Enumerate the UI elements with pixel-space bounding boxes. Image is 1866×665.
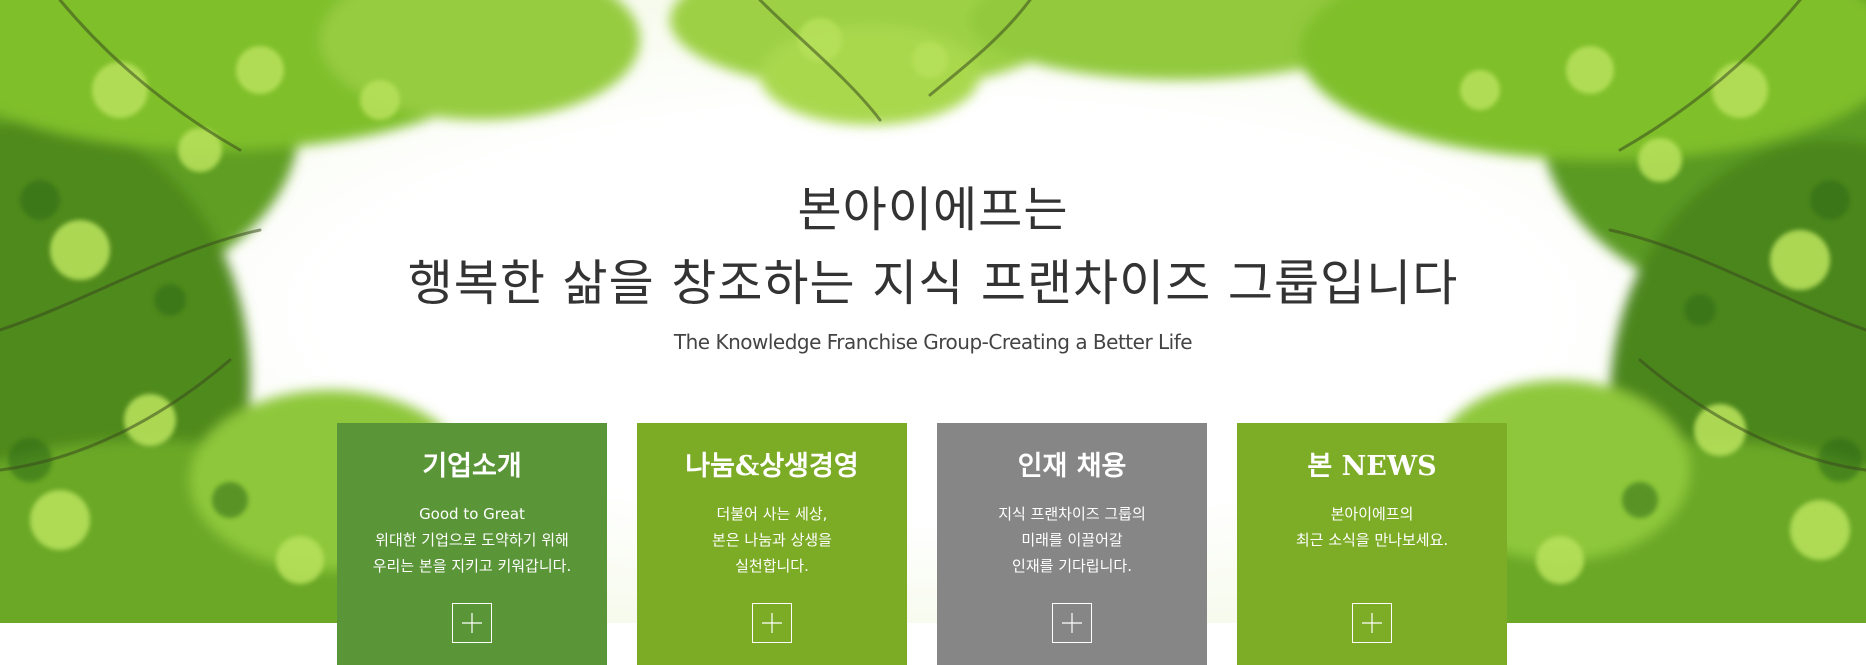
headline-subtitle: The Knowledge Franchise Group-Creating a… bbox=[673, 330, 1193, 354]
card-desc-line: Good to Great bbox=[419, 505, 525, 523]
card-news[interactable]: 본 NEWS 본아이에프의 최근 소식을 만나보세요. bbox=[1237, 423, 1507, 665]
card-desc-line: 실천합니다. bbox=[735, 557, 809, 575]
card-title: 본 NEWS bbox=[1307, 451, 1437, 482]
card-description: 더불어 사는 세상, 본은 나눔과 상생을 실천합니다. bbox=[637, 501, 907, 579]
plus-icon bbox=[462, 613, 482, 633]
menu-cards: 기업소개 Good to Great 위대한 기업으로 도약하기 위해 우리는 … bbox=[337, 423, 1507, 665]
card-description: 지식 프랜차이즈 그룹의 미래를 이끌어갈 인재를 기다립니다. bbox=[937, 501, 1207, 579]
card-desc-line: 최근 소식을 만나보세요. bbox=[1295, 531, 1449, 549]
card-desc-line: 미래를 이끌어갈 bbox=[1021, 531, 1123, 549]
more-button[interactable] bbox=[452, 603, 492, 643]
card-recruitment[interactable]: 인재 채용 지식 프랜차이즈 그룹의 미래를 이끌어갈 인재를 기다립니다. bbox=[937, 423, 1207, 665]
card-description: Good to Great 위대한 기업으로 도약하기 위해 우리는 본을 지키… bbox=[337, 501, 607, 579]
headline-line1: 본아이에프는 bbox=[797, 182, 1069, 238]
plus-icon bbox=[1362, 613, 1382, 633]
card-sharing-management[interactable]: 나눔&상생경영 더불어 사는 세상, 본은 나눔과 상생을 실천합니다. bbox=[637, 423, 907, 665]
card-desc-line: 지식 프랜차이즈 그룹의 bbox=[998, 505, 1146, 523]
card-desc-line: 우리는 본을 지키고 키워갑니다. bbox=[372, 557, 572, 575]
plus-icon bbox=[762, 613, 782, 633]
more-button[interactable] bbox=[752, 603, 792, 643]
plus-icon bbox=[1062, 613, 1082, 633]
card-company-intro[interactable]: 기업소개 Good to Great 위대한 기업으로 도약하기 위해 우리는 … bbox=[337, 423, 607, 665]
card-title: 나눔&상생경영 bbox=[685, 451, 859, 482]
more-button[interactable] bbox=[1352, 603, 1392, 643]
card-title: 기업소개 bbox=[422, 451, 522, 482]
card-desc-line: 본은 나눔과 상생을 bbox=[712, 531, 832, 549]
card-desc-line: 인재를 기다립니다. bbox=[1012, 557, 1132, 575]
card-description: 본아이에프의 최근 소식을 만나보세요. bbox=[1237, 501, 1507, 553]
card-desc-line: 더불어 사는 세상, bbox=[716, 505, 828, 523]
card-title: 인재 채용 bbox=[1017, 451, 1127, 482]
card-desc-line: 위대한 기업으로 도약하기 위해 bbox=[375, 531, 569, 549]
card-desc-line: 본아이에프의 bbox=[1330, 505, 1414, 523]
more-button[interactable] bbox=[1052, 603, 1092, 643]
headline-line2: 행복한 삶을 창조하는 지식 프랜차이즈 그룹입니다 bbox=[407, 255, 1459, 312]
